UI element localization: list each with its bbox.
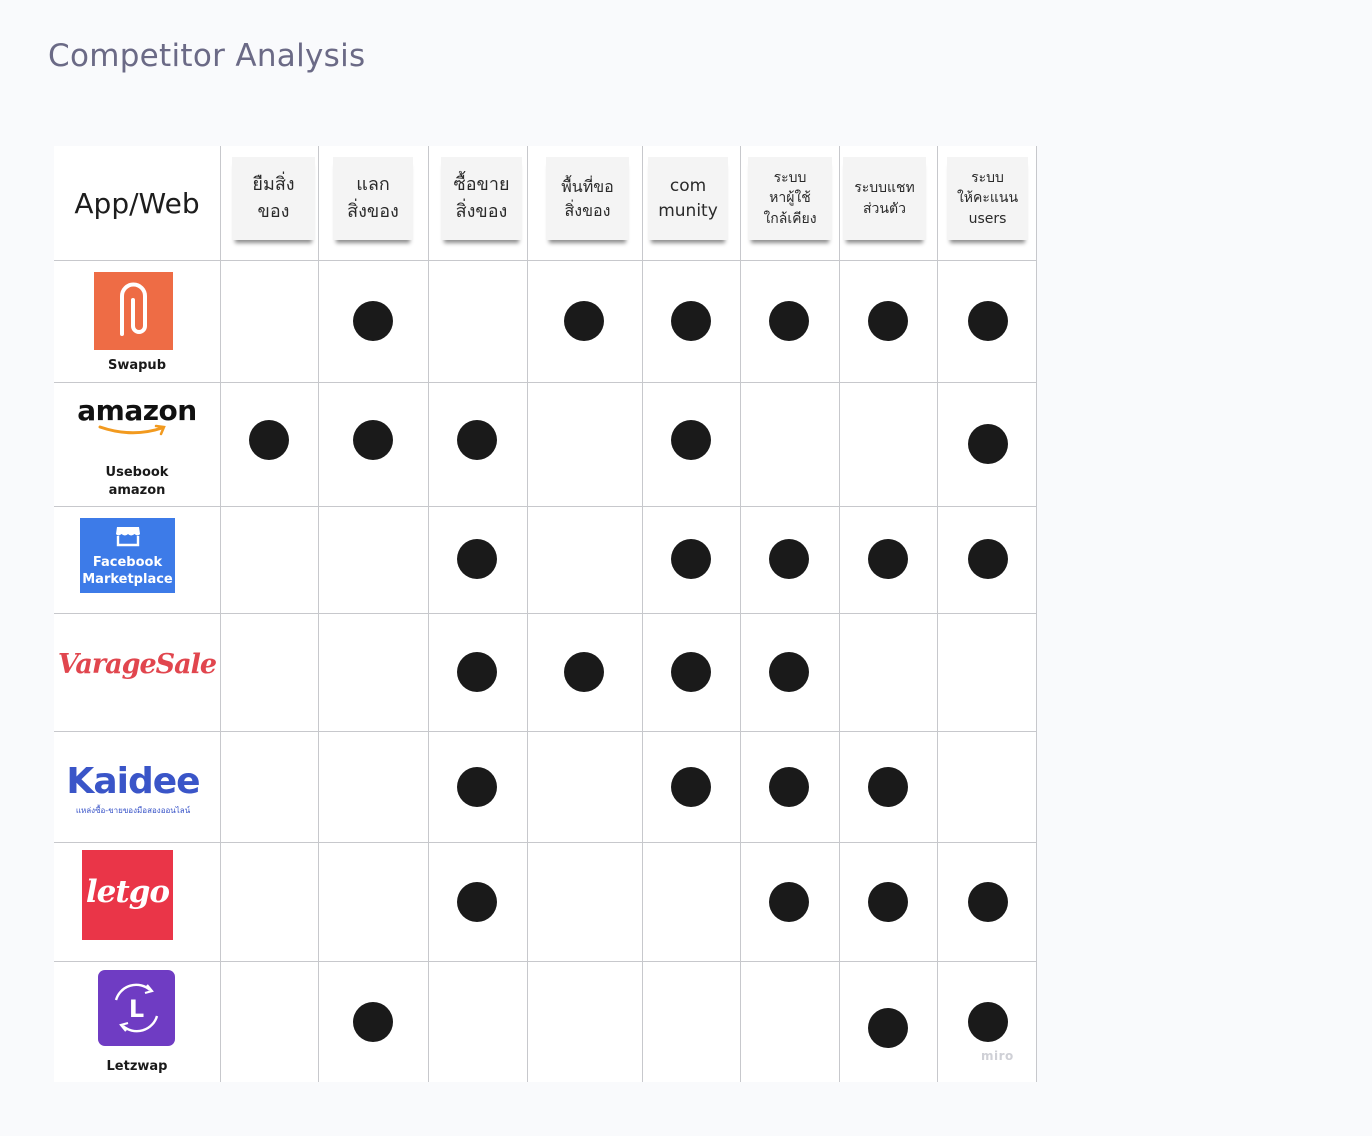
marketplace-text: Marketplace (82, 572, 173, 587)
feature-dot (457, 882, 497, 922)
grid-vline-6 (839, 146, 840, 1082)
feature-dot (769, 301, 809, 341)
column-header-line: com (669, 175, 707, 196)
feature-dot (868, 882, 908, 922)
feature-dot (457, 652, 497, 692)
column-header-7: ระบบให้คะแนน users (947, 157, 1028, 240)
feature-dot (968, 539, 1008, 579)
column-header-line: ให้คะแนน (956, 190, 1019, 207)
row-logo-facebook-marketplace: Facebook Marketplace (54, 506, 220, 613)
amazon-wordmark: amazon (77, 394, 197, 427)
column-header-2: ซื้อขายสิ่งของ (441, 157, 522, 240)
feature-dot (769, 652, 809, 692)
feature-dot (968, 1002, 1008, 1042)
feature-dot (769, 539, 809, 579)
grid-hline-3 (54, 613, 1036, 614)
grid-vline-2 (428, 146, 429, 1082)
storefront-icon (116, 527, 140, 547)
column-header-line: สิ่งของ (564, 200, 611, 220)
feature-dot (564, 652, 604, 692)
row-logo-letgo: letgo (54, 842, 220, 961)
row-caption-swapub: Swapub (107, 358, 166, 373)
grid-vline-3 (527, 146, 528, 1082)
feature-dot (968, 301, 1008, 341)
column-header-line: ระบบ (971, 170, 1004, 187)
grid-vline-7 (937, 146, 938, 1082)
column-header-line: ระบบแชท (854, 180, 915, 197)
row-logo-kaidee: Kaidee แหล่งซื้อ-ขายของมือสองออนไลน์ (54, 731, 220, 842)
feature-dot (564, 301, 604, 341)
letzwap-logo: L (98, 970, 175, 1046)
miro-watermark: miro (981, 1049, 1014, 1063)
grid-hline-6 (54, 961, 1036, 962)
letgo-logo: letgo (82, 850, 173, 940)
feature-dot (868, 1008, 908, 1048)
facebook-text: Facebook (92, 555, 163, 570)
competitor-matrix: App/Web Swapub amazon Usebook amazon Fac… (54, 146, 1037, 1082)
feature-dot (249, 420, 289, 460)
feature-dot (868, 767, 908, 807)
column-header-line: ระบบ (773, 170, 807, 187)
letgo-wordmark: letgo (85, 874, 170, 910)
amazon-smile-icon (98, 424, 166, 436)
column-header-line: พื้นที่ขอ (561, 177, 614, 197)
grid-hline-0 (54, 260, 1036, 261)
column-header-line: แลก (356, 174, 390, 196)
column-header-6: ระบบแชทส่วนตัว (843, 157, 926, 240)
facebook-marketplace-logo: Facebook Marketplace (80, 518, 175, 593)
grid-hline-4 (54, 731, 1036, 732)
column-header-line: สิ่งของ (455, 200, 508, 222)
grid-hline-5 (54, 842, 1036, 843)
column-header-line: users (968, 210, 1007, 227)
feature-dot (968, 882, 1008, 922)
grid-vline-0 (220, 146, 221, 1082)
grid-hline-2 (54, 506, 1036, 507)
column-header-line: สิ่งของ (347, 200, 399, 222)
row-caption-letzwap: Letzwap (106, 1059, 168, 1074)
column-header-3: พื้นที่ขอสิ่งของ (546, 157, 629, 240)
feature-dot (353, 301, 393, 341)
feature-dot (457, 420, 497, 460)
feature-dot (868, 539, 908, 579)
column-header-1: แลกสิ่งของ (333, 157, 413, 240)
corner-label: App/Web (74, 186, 200, 220)
varagesale-wordmark: VarageSale (57, 649, 217, 680)
column-header-line: ใกล้เคียง (763, 210, 817, 227)
row-caption-amazon: Usebook amazon (105, 465, 169, 498)
row-logo-varagesale: VarageSale (54, 613, 220, 731)
kaidee-tagline: แหล่งซื้อ-ขายของมือสองออนไลน์ (75, 806, 191, 815)
feature-dot (353, 420, 393, 460)
grid-vline-8 (1036, 146, 1037, 1082)
feature-dot (671, 652, 711, 692)
page-title: Competitor Analysis (48, 38, 366, 74)
grid-vline-5 (740, 146, 741, 1082)
column-header-line: ซื้อขาย (453, 174, 510, 196)
feature-dot (671, 539, 711, 579)
grid-vline-4 (642, 146, 643, 1082)
grid-vline-1 (318, 146, 319, 1082)
column-header-0: ยืมสิ่งของ (232, 157, 315, 240)
column-header-line: ของ (257, 200, 290, 222)
feature-dot (353, 1002, 393, 1042)
column-header-line: หาผู้ใช้ (769, 190, 811, 207)
column-header-line: munity (658, 200, 718, 221)
feature-dot (868, 301, 908, 341)
kaidee-wordmark: Kaidee (66, 761, 200, 802)
column-header-5: ระบบหาผู้ใช้ใกล้เคียง (748, 157, 832, 240)
feature-dot (671, 420, 711, 460)
swapub-logo (94, 272, 173, 350)
svg-text:L: L (129, 995, 144, 1023)
feature-dot (671, 767, 711, 807)
feature-dot (457, 539, 497, 579)
grid-hline-1 (54, 382, 1036, 383)
feature-dot (457, 767, 497, 807)
feature-dot (968, 424, 1008, 464)
column-header-line: ส่วนตัว (863, 200, 906, 217)
column-header-4: com munity (648, 157, 728, 240)
feature-dot (769, 767, 809, 807)
column-header-line: ยืมสิ่ง (252, 174, 295, 196)
feature-dot (769, 882, 809, 922)
feature-dot (671, 301, 711, 341)
